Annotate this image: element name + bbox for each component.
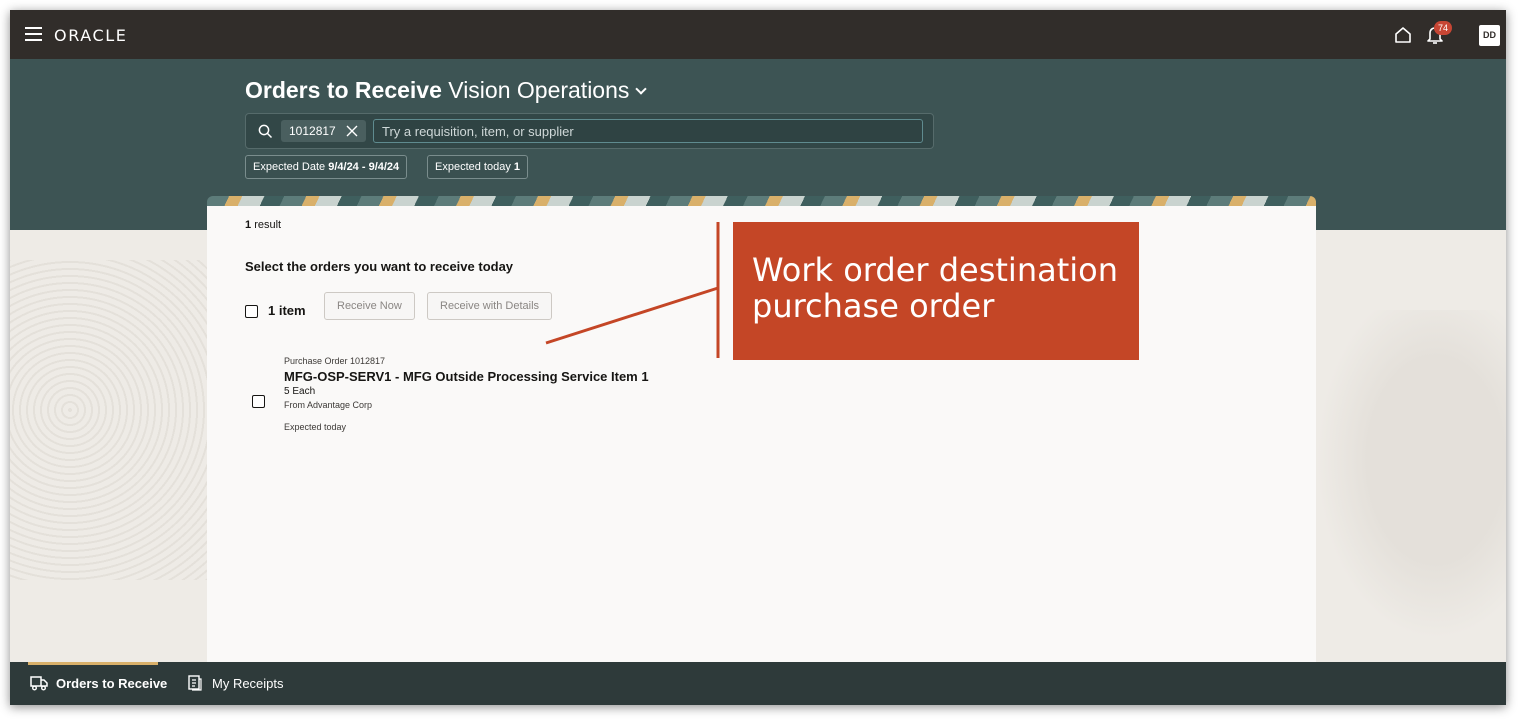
active-tab-indicator (28, 662, 158, 665)
app-window: ORACLE 74 DD Orders to Receive Vision Op… (10, 10, 1506, 705)
search-bar: 1012817 (245, 113, 934, 149)
notification-badge: 74 (1434, 21, 1452, 35)
result-count: 1 result (245, 219, 281, 231)
background-pattern (10, 260, 210, 580)
result-count-number: 1 (245, 219, 252, 231)
top-bar: ORACLE 74 DD (10, 10, 1506, 59)
org-selector[interactable]: Vision Operations (448, 77, 629, 103)
order-quantity: 5 Each (284, 386, 316, 397)
filter-value: 9/4/24 - 9/4/24 (328, 161, 400, 173)
filter-label: Expected today (435, 161, 511, 173)
close-icon[interactable] (346, 125, 358, 137)
truck-icon (30, 676, 48, 691)
result-count-label: result (254, 219, 282, 231)
chevron-down-icon[interactable] (635, 83, 648, 95)
home-icon[interactable] (1394, 26, 1412, 44)
receipt-icon (188, 675, 202, 691)
filter-expected-today[interactable]: Expected today 1 (427, 155, 529, 179)
menu-icon[interactable] (25, 27, 42, 41)
order-supplier: From Advantage Corp (284, 400, 373, 410)
bottom-nav: Orders to Receive My Receipts (10, 662, 1506, 705)
callout-line-2: purchase order (752, 287, 995, 325)
page-title: Orders to Receive Vision Operations (245, 77, 648, 104)
receive-with-details-button[interactable]: Receive with Details (427, 292, 553, 320)
po-label: Purchase Order 1012817 (284, 356, 386, 366)
section-title: Select the orders you want to receive to… (245, 259, 514, 274)
tab-my-receipts[interactable]: My Receipts (186, 675, 284, 691)
annotation-callout: Work order destination purchase order (733, 222, 1139, 360)
tab-orders-to-receive[interactable]: Orders to Receive (30, 675, 167, 691)
tab-label: My Receipts (212, 675, 284, 691)
item-count: 1 item (268, 303, 306, 318)
search-icon (258, 124, 273, 139)
order-expected: Expected today (284, 422, 347, 432)
filter-value: 1 (513, 161, 521, 173)
user-avatar[interactable]: DD (1479, 25, 1500, 46)
filter-label: Expected Date (253, 161, 326, 173)
search-chip[interactable]: 1012817 (281, 120, 366, 142)
oracle-logo[interactable]: ORACLE (54, 26, 128, 45)
tab-label: Orders to Receive (56, 675, 168, 691)
order-checkbox[interactable] (252, 395, 265, 408)
search-chip-value: 1012817 (289, 124, 336, 138)
order-title[interactable]: MFG-OSP-SERV1 - MFG Outside Processing S… (284, 369, 649, 384)
page-title-main: Orders to Receive (245, 77, 442, 103)
search-input[interactable] (373, 119, 923, 143)
filter-expected-date[interactable]: Expected Date 9/4/24 - 9/4/24 (245, 155, 408, 179)
select-all-checkbox[interactable] (245, 305, 258, 318)
background-pattern (1316, 310, 1506, 640)
receive-now-button[interactable]: Receive Now (324, 292, 415, 320)
callout-line-1: Work order destination (752, 251, 1118, 289)
